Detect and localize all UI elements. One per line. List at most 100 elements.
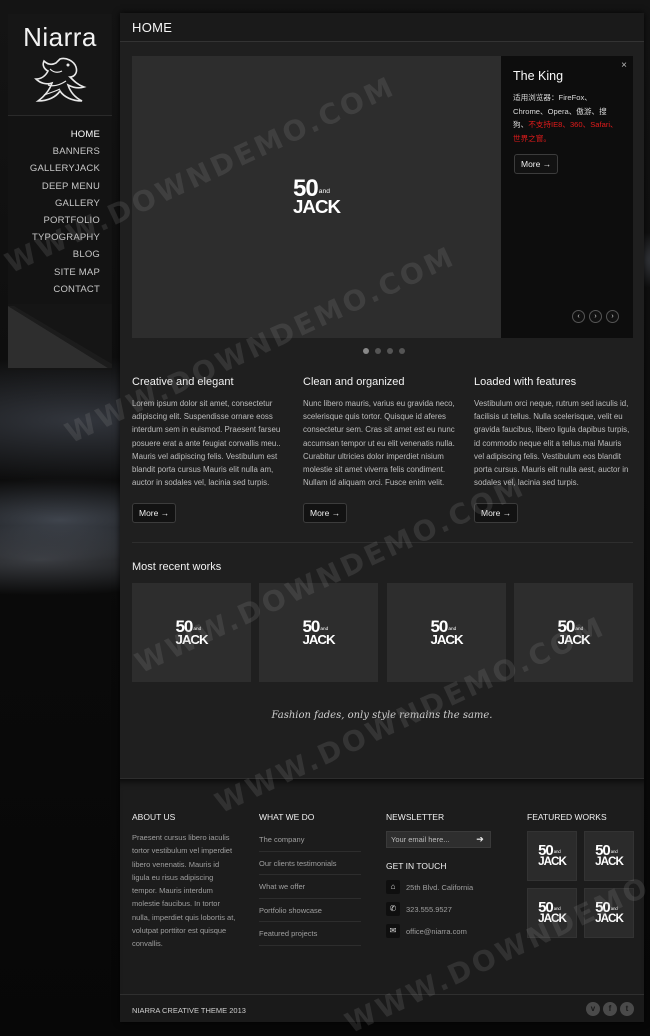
fifty-jack-logo: 50and JACK [595,898,624,926]
nav-item-typography[interactable]: TYPOGRAPHY [8,229,112,246]
next-slide-icon[interactable]: › [606,310,619,323]
home-icon: ⌂ [386,880,400,894]
footer-heading: NEWSLETTER [386,812,445,822]
featured-works-grid: 50and JACK 50and JACK 50and JACK 50and JACK [527,831,637,938]
featured-thumbnail[interactable]: 50and JACK [584,888,634,938]
contact-email: ✉ office@niarra.com [386,920,496,942]
footer-heading: FEATURED WORKS [527,812,607,822]
tagline-quote: Fashion fades, only style remains the sa… [271,710,493,721]
twitter-icon[interactable]: t [620,1002,634,1016]
send-arrow-icon[interactable]: ➔ [470,832,490,847]
sidebar: Niarra HOME BANNERS GALLERYJACK DEEP MEN… [8,14,112,370]
slide-nav: ‹ › › [572,310,619,323]
divider [132,542,633,543]
bottom-bar: NIARRA CREATIVE THEME 2013 v f t [120,994,644,1022]
feature-text: Lorem ipsum dolor sit amet, consectetur … [132,399,281,488]
footer: ABOUT US Praesent cursus libero iaculis … [120,778,644,994]
footer-heading: WHAT WE DO [259,812,315,822]
footer-link-testimonials[interactable]: Our clients testimonials [259,852,361,876]
slide-image[interactable]: 50and JACK [132,56,501,338]
slider-dots [363,348,405,354]
nav-item-portfolio[interactable]: PORTFOLIO [8,212,112,229]
nav-item-blog[interactable]: BLOG [8,246,112,263]
fifty-jack-logo: 50and JACK [175,616,208,648]
work-thumbnail[interactable]: 50and JACK [387,583,506,682]
feature-creative: Creative and elegant Lorem ipsum dolor s… [132,376,290,523]
nav-item-home[interactable]: HOME [8,126,112,143]
caption-unsupported: 不支持IE8、360、Safari、世界之窗。 [513,120,618,143]
footer-heading: ABOUT US [132,812,176,822]
main-panel: HOME 50and JACK × The King 适用浏览器：FireFox… [120,13,644,1022]
email-link[interactable]: office@niarra.com [406,927,467,936]
feature-text: Nunc libero mauris, varius eu gravida ne… [303,399,455,488]
feature-text: Vestibulum orci neque, rutrum sed iaculi… [474,399,630,488]
fifty-jack-logo: 50and JACK [538,898,567,926]
slider-dot[interactable] [399,348,405,354]
footer-link-portfolio[interactable]: Portfolio showcase [259,899,361,923]
contact-address: ⌂ 25th Blvd. California [386,876,496,898]
fifty-jack-logo: 50and JACK [538,841,567,869]
about-text: Praesent cursus libero iaculis tortor ve… [132,833,236,949]
footer-link-company[interactable]: The company [259,828,361,852]
vimeo-icon[interactable]: v [586,1002,600,1016]
fifty-jack-logo: 50and JACK [430,616,463,648]
slider-dot[interactable] [387,348,393,354]
footer-heading: GET IN TOUCH [386,861,447,871]
footer-newsletter: NEWSLETTER ➔ GET IN TOUCH ⌂ 25th Blvd. C… [386,812,496,942]
feature-more-button[interactable]: More → [303,503,348,523]
caption-more-button[interactable]: More → [514,154,559,174]
fifty-jack-logo: 50and JACK [302,616,335,648]
footer-featured-works: FEATURED WORKS 50and JACK 50and JACK 50and… [527,812,637,938]
image-slider: 50and JACK × The King 适用浏览器：FireFox、Chro… [132,56,633,338]
nav-item-galleryjack[interactable]: GALLERYJACK [8,160,112,177]
feature-more-button[interactable]: More → [132,503,177,523]
newsletter-form: ➔ [386,831,491,848]
footer-link-projects[interactable]: Featured projects [259,922,361,946]
newsletter-email-input[interactable] [387,832,470,847]
caption-text: 适用浏览器：FireFox、Chrome、Opera、傲游、搜狗、不支持IE8、… [513,91,621,145]
slider-dot[interactable] [363,348,369,354]
feature-clean: Clean and organized Nunc libero mauris, … [303,376,461,523]
fifty-jack-logo: 50and JACK [595,841,624,869]
work-thumbnail[interactable]: 50and JACK [514,583,633,682]
horse-icon [34,57,87,102]
featured-thumbnail[interactable]: 50and JACK [527,888,577,938]
contact-phone: ✆ 323.555.9527 [386,898,496,920]
social-links: v f t [586,1002,634,1016]
main-nav: HOME BANNERS GALLERYJACK DEEP MENU GALLE… [8,116,112,304]
facebook-icon[interactable]: f [603,1002,617,1016]
work-thumbnail[interactable]: 50and JACK [132,583,251,682]
feature-loaded: Loaded with features Vestibulum orci neq… [474,376,632,523]
slider-dot[interactable] [375,348,381,354]
nav-item-deep-menu[interactable]: DEEP MENU [8,178,112,195]
prev-slide-icon[interactable]: ‹ [572,310,585,323]
fifty-jack-logo: 50and JACK [293,174,341,218]
featured-thumbnail[interactable]: 50and JACK [584,831,634,881]
nav-item-site-map[interactable]: SITE MAP [8,264,112,281]
page-title: HOME [132,20,173,35]
copyright: NIARRA CREATIVE THEME 2013 [132,1006,246,1015]
feature-title: Creative and elegant [132,376,234,388]
fifty-jack-logo: 50and JACK [557,616,590,648]
feature-title: Loaded with features [474,376,577,388]
footer-what-we-do: WHAT WE DO The company Our clients testi… [259,812,361,946]
logo[interactable]: Niarra [8,14,112,116]
nav-item-gallery[interactable]: GALLERY [8,195,112,212]
logo-text: Niarra [23,22,97,52]
slide-caption: × The King 适用浏览器：FireFox、Chrome、Opera、傲游… [501,56,633,338]
work-thumbnail[interactable]: 50and JACK [259,583,378,682]
featured-thumbnail[interactable]: 50and JACK [527,831,577,881]
recent-works-title: Most recent works [132,561,222,573]
page-header: HOME [120,13,644,42]
footer-link-offer[interactable]: What we offer [259,875,361,899]
nav-item-contact[interactable]: CONTACT [8,281,112,298]
mail-icon: ✉ [386,924,400,938]
recent-works-grid: 50and JACK 50and JACK 50and JACK 50and JACK [132,583,633,682]
phone-icon: ✆ [386,902,400,916]
close-icon[interactable]: × [621,60,627,71]
feature-more-button[interactable]: More → [474,503,519,523]
caption-title: The King [513,69,564,83]
nav-item-banners[interactable]: BANNERS [8,143,112,160]
feature-title: Clean and organized [303,376,405,388]
play-slide-icon[interactable]: › [589,310,602,323]
